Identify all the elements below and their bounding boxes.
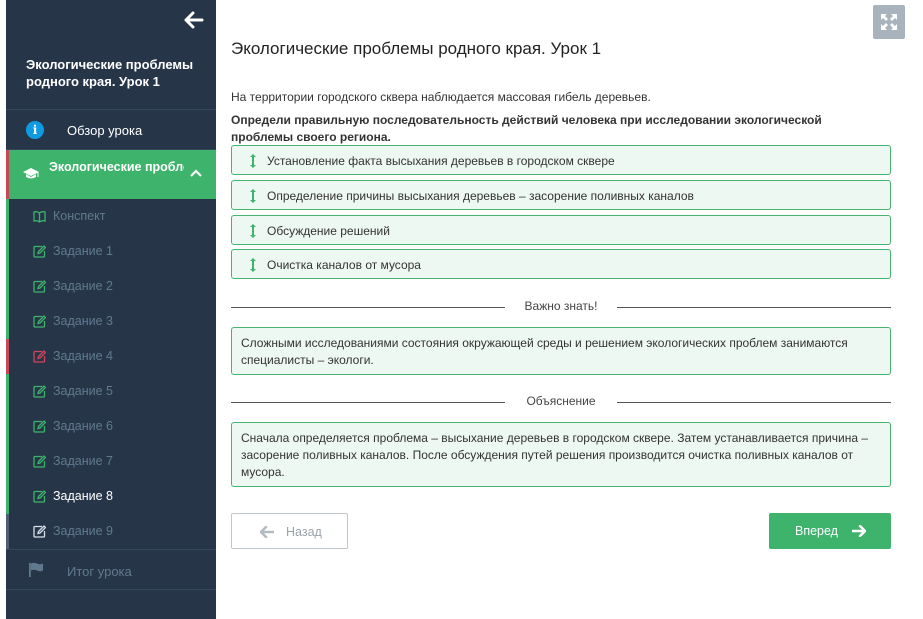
arrow-right-icon (852, 525, 866, 537)
answer-item-4[interactable]: Очистка каналов от мусора (231, 249, 891, 279)
status-strip (6, 199, 9, 234)
sidebar-item-overview[interactable]: i Обзор урока (6, 110, 216, 150)
arrow-left-icon[interactable] (184, 11, 204, 29)
status-strip (6, 269, 9, 304)
edit-icon (33, 245, 46, 258)
status-strip (6, 479, 9, 514)
edit-icon (33, 385, 46, 398)
important-divider: Важно знать! (231, 297, 891, 317)
sidebar-item-task-9[interactable]: Задание 9 (6, 514, 216, 549)
sidebar-item-label: Итог урока (67, 564, 132, 579)
drag-handle-icon[interactable] (250, 258, 256, 272)
next-button-label: Вперед (795, 524, 838, 538)
edit-icon (33, 315, 46, 328)
fullscreen-button[interactable] (873, 5, 905, 39)
sidebar: Экологические проблемы родного края. Уро… (6, 0, 216, 619)
sidebar-item-task-5[interactable]: Задание 5 (6, 374, 216, 409)
course-title: Экологические проблемы родного края. Уро… (26, 57, 194, 89)
lesson-page: Экологические проблемы родного края. Уро… (0, 0, 923, 619)
sidebar-item-label: Задание 9 (53, 524, 114, 538)
arrow-left-icon (260, 526, 274, 538)
sidebar-item-task-7[interactable]: Задание 7 (6, 444, 216, 479)
sidebar-item-task-3[interactable]: Задание 3 (6, 304, 216, 339)
sidebar-item-task-6[interactable]: Задание 6 (6, 409, 216, 444)
sidebar-item-label: Задание 5 (53, 384, 114, 398)
sidebar-item-task-4[interactable]: Задание 4 (6, 339, 216, 374)
sidebar-item-lesson-summary[interactable]: Итог урока (6, 549, 216, 590)
edit-icon (33, 525, 46, 538)
sidebar-item-task-8[interactable]: Задание 8 (6, 479, 216, 514)
edit-icon (33, 420, 46, 433)
status-strip (6, 409, 9, 444)
task-question: Определи правильную последовательность д… (231, 113, 822, 144)
answer-text: Установление факта высыхания деревьев в … (267, 154, 615, 168)
sidebar-item-label: Экологические проблемы родного... (49, 160, 184, 174)
sidebar-item-label: Задание 7 (53, 454, 114, 468)
graduation-cap-icon (23, 168, 39, 179)
sidebar-item-lesson[interactable]: Экологические проблемы родного... (6, 150, 216, 199)
book-icon (33, 211, 46, 223)
sidebar-item-summary-notes[interactable]: Конспект (6, 199, 216, 234)
answer-item-3[interactable]: Обсуждение решений (231, 215, 891, 245)
sidebar-item-task-1[interactable]: Задание 1 (6, 234, 216, 269)
sidebar-item-label: Задание 8 (53, 489, 114, 503)
sidebar-item-label: Задание 4 (53, 349, 114, 363)
answer-item-2[interactable]: Определение причины высыхания деревьев –… (231, 180, 891, 210)
status-strip (6, 304, 9, 339)
explanation-box: Сначала определяется проблема – высыхани… (231, 422, 891, 487)
sidebar-item-label: Задание 1 (53, 244, 114, 258)
edit-icon (33, 455, 46, 468)
answer-item-1[interactable]: Установление факта высыхания деревьев в … (231, 145, 891, 175)
back-button-label: Назад (286, 525, 322, 539)
sidebar-item-label: Обзор урока (67, 123, 143, 138)
drag-handle-icon[interactable] (250, 224, 256, 238)
answer-text: Очистка каналов от мусора (267, 258, 421, 272)
back-button[interactable]: Назад (231, 513, 348, 549)
edit-icon (33, 350, 46, 363)
status-strip (6, 339, 9, 374)
info-icon: i (26, 121, 44, 139)
important-box: Сложными исследованиями состояния окружа… (231, 327, 891, 375)
status-strip (6, 514, 9, 549)
expand-icon (881, 14, 897, 30)
status-strip (6, 444, 9, 479)
sidebar-item-label: Задание 2 (53, 279, 114, 293)
status-strip (6, 150, 9, 199)
sidebar-item-label: Задание 6 (53, 419, 114, 433)
answer-text: Обсуждение решений (267, 224, 390, 238)
task-intro: На территории городского сквера наблюдае… (231, 90, 651, 104)
flag-icon (29, 562, 43, 577)
status-strip (6, 234, 9, 269)
page-title: Экологические проблемы родного края. Уро… (231, 39, 602, 58)
answer-text: Определение причины высыхания деревьев –… (267, 189, 694, 203)
important-heading: Важно знать! (524, 299, 598, 313)
sidebar-item-label: Конспект (53, 209, 106, 223)
next-button[interactable]: Вперед (769, 513, 891, 549)
edit-icon (33, 280, 46, 293)
chevron-up-icon[interactable] (190, 169, 202, 177)
drag-handle-icon[interactable] (250, 189, 256, 203)
status-strip (6, 374, 9, 409)
explanation-heading: Объяснение (526, 394, 596, 408)
explanation-divider: Объяснение (231, 392, 891, 412)
sidebar-item-task-2[interactable]: Задание 2 (6, 269, 216, 304)
edit-icon (33, 490, 46, 503)
sidebar-header: Экологические проблемы родного края. Уро… (6, 0, 216, 110)
sidebar-item-label: Задание 3 (53, 314, 114, 328)
drag-handle-icon[interactable] (250, 154, 256, 168)
lesson-subitems: Конспект Задание 1 Задание 2 Задание 3 З (6, 199, 216, 549)
